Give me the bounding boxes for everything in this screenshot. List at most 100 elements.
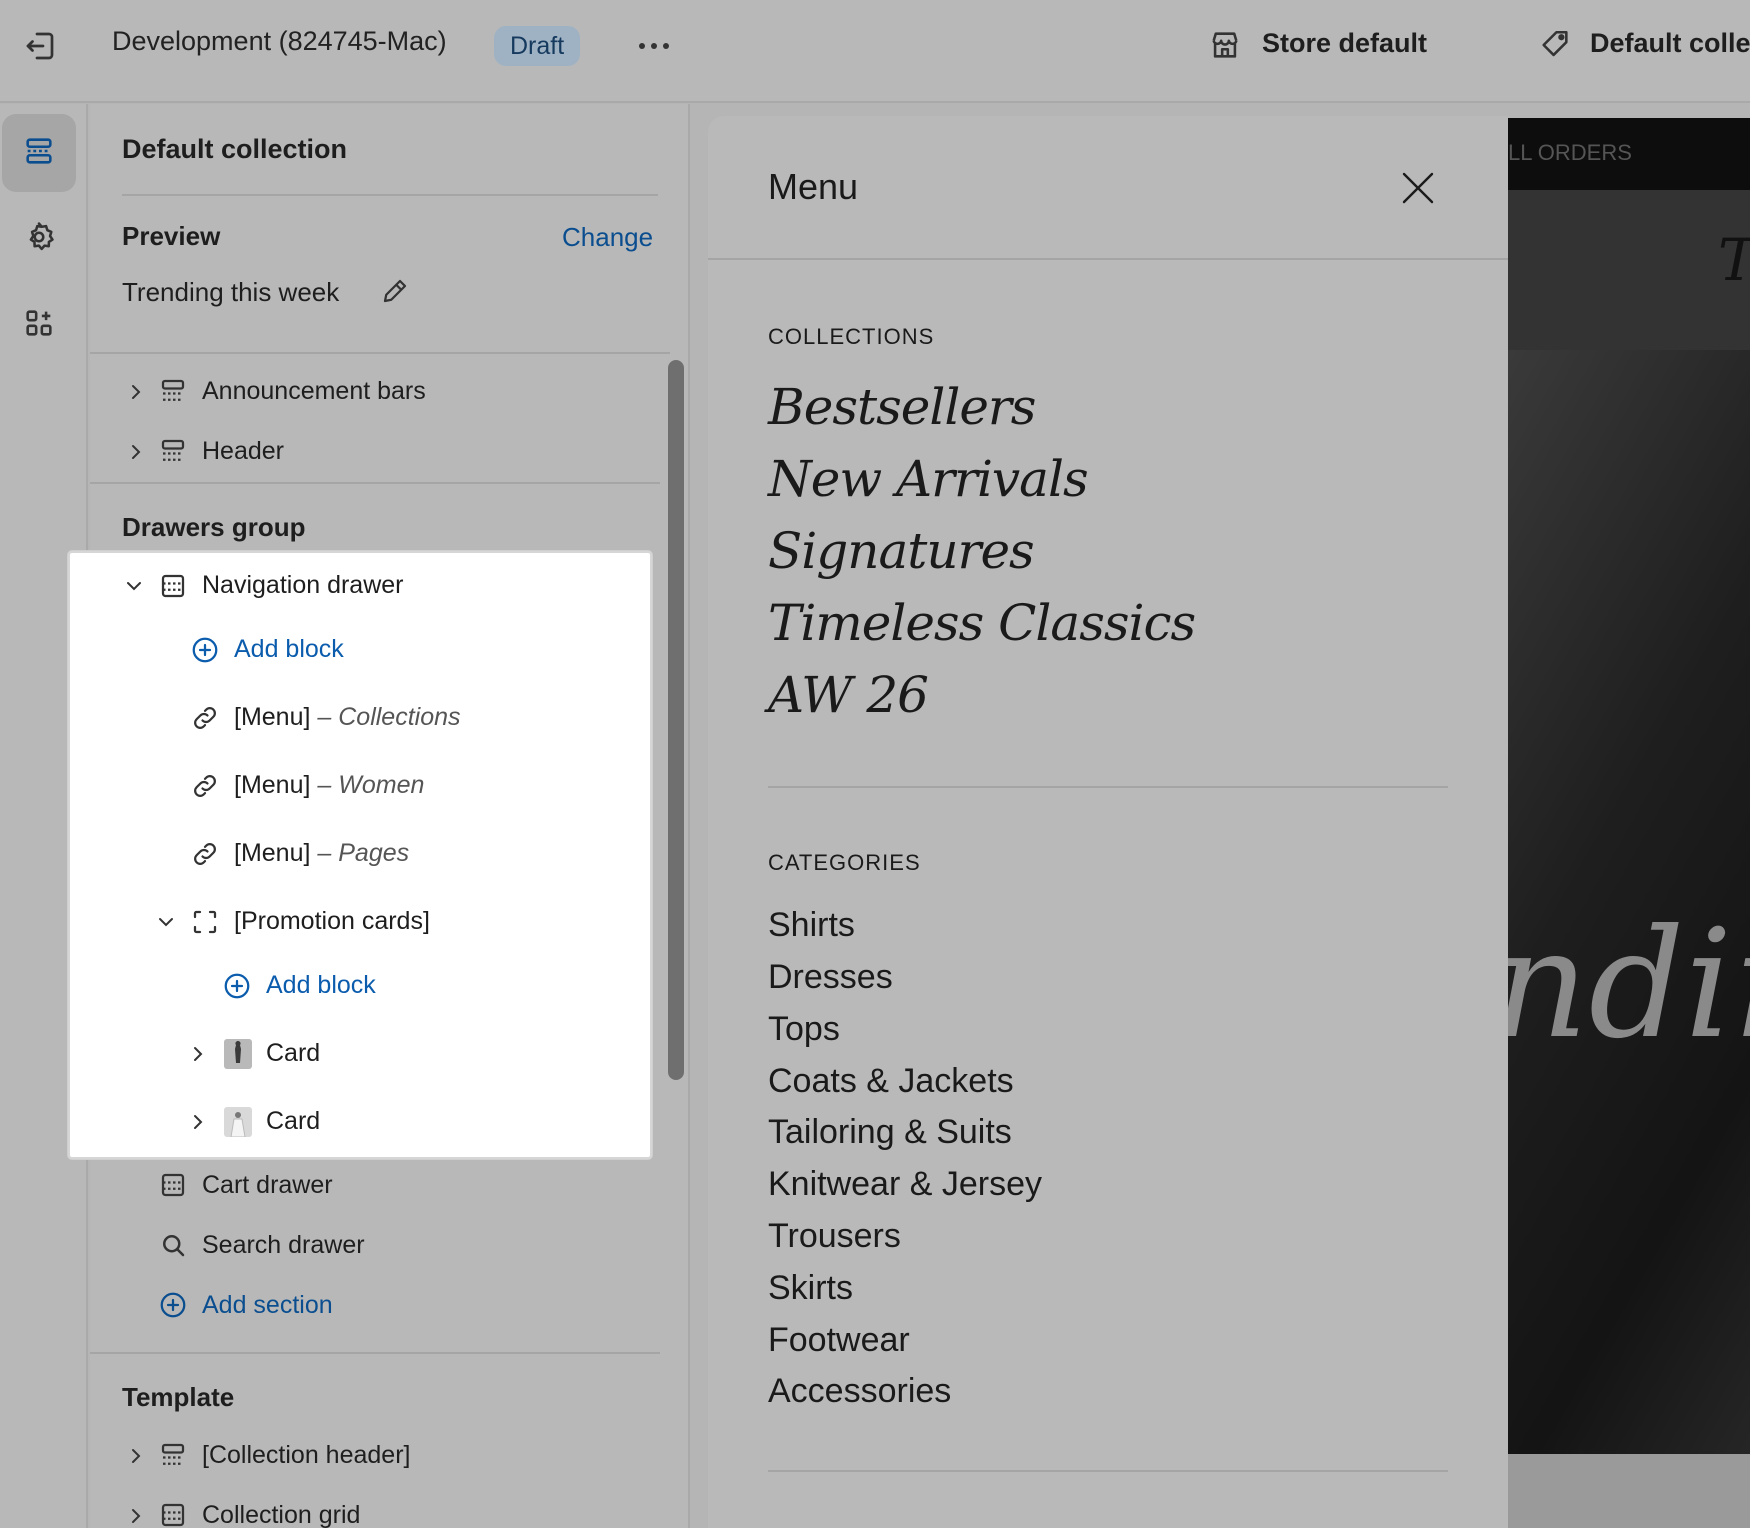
divider <box>122 194 658 196</box>
collapse-chevron-icon[interactable] <box>156 912 176 932</box>
drawers-group-label: Drawers group <box>122 512 306 542</box>
menu-drawer-title: Menu <box>768 166 859 207</box>
divider <box>708 258 1508 260</box>
sidebar-item-cart-drawer[interactable]: Cart drawer <box>202 1171 333 1200</box>
add-circle-icon[interactable] <box>158 1290 188 1320</box>
collection-link[interactable]: AW 26 <box>768 666 929 724</box>
sidebar-title: Default collection <box>122 134 348 164</box>
sidebar-item-header[interactable]: Header <box>202 437 284 466</box>
settings-gear-icon[interactable] <box>2 200 76 278</box>
menu-suffix: – Pages <box>317 839 410 867</box>
expand-chevron-icon[interactable] <box>126 1506 146 1526</box>
sidebar-item-navigation-drawer[interactable]: Navigation drawer <box>202 571 404 600</box>
menu-suffix: – Women <box>317 771 425 799</box>
page-bottom <box>1508 1454 1750 1528</box>
collection-link[interactable]: Timeless Classics <box>768 594 1196 652</box>
card-thumbnail <box>224 1107 252 1137</box>
divider <box>768 1470 1448 1472</box>
change-preview-link[interactable]: Change <box>562 222 653 253</box>
expand-chevron-icon[interactable] <box>126 1446 146 1466</box>
sidebar-item-card[interactable]: Card <box>266 1107 320 1136</box>
card-thumbnail <box>224 1039 252 1069</box>
preview-value: Trending this week <box>122 277 340 307</box>
category-link[interactable]: Accessories <box>768 1372 951 1411</box>
template-label: Template <box>122 1382 235 1412</box>
top-bar: Development (824745-Mac) Draft Store def… <box>0 0 1750 103</box>
divider <box>768 786 1448 788</box>
announcement-text: LL ORDERS <box>1508 140 1632 165</box>
category-link[interactable]: Tailoring & Suits <box>768 1113 1012 1152</box>
sidebar-item-announcement-bars[interactable]: Announcement bars <box>202 377 426 406</box>
add-block-button[interactable]: Add block <box>234 635 344 664</box>
menu-block-pages[interactable]: [Menu] – Pages <box>234 839 409 868</box>
category-link[interactable]: Trousers <box>768 1217 901 1256</box>
sidebar-scrollbar[interactable] <box>668 360 684 1080</box>
divider <box>90 352 670 354</box>
store-header: T <box>1508 190 1750 350</box>
more-options-icon[interactable] <box>634 32 674 60</box>
menu-drawer-preview: Menu COLLECTIONS Bestsellers New Arrival… <box>708 116 1508 1528</box>
collapse-chevron-icon[interactable] <box>124 576 144 596</box>
drawer-icon <box>158 1170 188 1200</box>
link-icon <box>190 771 220 801</box>
section-icon <box>158 436 188 466</box>
add-circle-icon[interactable] <box>190 635 220 665</box>
preview-label: Preview <box>122 221 221 251</box>
divider <box>90 1352 660 1354</box>
expand-chevron-icon[interactable] <box>126 382 146 402</box>
divider <box>90 482 660 484</box>
sidebar-item-card[interactable]: Card <box>266 1039 320 1068</box>
link-icon <box>190 703 220 733</box>
menu-prefix: [Menu] <box>234 703 311 731</box>
category-link[interactable]: Tops <box>768 1010 840 1049</box>
hero-script-text: ndin <box>1508 898 1750 1072</box>
store-logo-text: T <box>1718 226 1750 294</box>
sidebar-item-collection-header[interactable]: [Collection header] <box>202 1441 410 1470</box>
category-link[interactable]: Knitwear & Jersey <box>768 1165 1042 1204</box>
link-icon <box>190 839 220 869</box>
section-icon <box>158 376 188 406</box>
section-icon <box>158 1500 188 1528</box>
store-icon[interactable] <box>1208 28 1242 62</box>
exit-icon[interactable] <box>22 28 58 64</box>
collection-link[interactable]: New Arrivals <box>768 450 1089 508</box>
collection-link[interactable]: Bestsellers <box>768 378 1036 436</box>
category-link[interactable]: Shirts <box>768 906 855 945</box>
menu-block-women[interactable]: [Menu] – Women <box>234 771 424 800</box>
categories-heading: CATEGORIES <box>768 850 921 875</box>
sections-icon[interactable] <box>2 114 76 192</box>
menu-prefix: [Menu] <box>234 839 311 867</box>
sidebar-item-promotion-cards[interactable]: [Promotion cards] <box>234 907 430 936</box>
add-section-button[interactable]: Add section <box>202 1291 333 1320</box>
announcement-bar: LL ORDERS <box>1508 118 1750 190</box>
sidebar-item-search-drawer[interactable]: Search drawer <box>202 1231 365 1260</box>
section-icon <box>158 1440 188 1470</box>
tag-icon[interactable] <box>1538 28 1572 62</box>
collections-heading: COLLECTIONS <box>768 324 935 349</box>
category-link[interactable]: Skirts <box>768 1269 853 1308</box>
add-circle-icon[interactable] <box>222 971 252 1001</box>
expand-chevron-icon[interactable] <box>126 442 146 462</box>
theme-title: Development (824745-Mac) <box>112 26 447 56</box>
menu-prefix: [Menu] <box>234 771 311 799</box>
expand-chevron-icon[interactable] <box>188 1112 208 1132</box>
collection-link[interactable]: Signatures <box>768 522 1035 580</box>
group-block-icon <box>190 907 220 937</box>
draft-badge: Draft <box>494 26 581 66</box>
category-link[interactable]: Coats & Jackets <box>768 1062 1014 1101</box>
close-icon[interactable] <box>1400 170 1436 206</box>
menu-block-collections[interactable]: [Menu] – Collections <box>234 703 461 732</box>
edit-pencil-icon[interactable] <box>380 276 410 306</box>
expand-chevron-icon[interactable] <box>188 1044 208 1064</box>
menu-suffix: – Collections <box>317 703 461 731</box>
add-block-button[interactable]: Add block <box>266 971 376 1000</box>
category-link[interactable]: Dresses <box>768 958 893 997</box>
default-collection-button[interactable]: Default colle <box>1590 28 1750 59</box>
drawer-icon <box>158 571 188 601</box>
storefront-background: LL ORDERS T ndin <box>1508 118 1750 1528</box>
store-default-button[interactable]: Store default <box>1262 28 1427 59</box>
sidebar-item-collection-grid[interactable]: Collection grid <box>202 1501 360 1528</box>
search-icon <box>158 1230 188 1260</box>
apps-icon[interactable] <box>2 286 76 364</box>
category-link[interactable]: Footwear <box>768 1321 910 1360</box>
